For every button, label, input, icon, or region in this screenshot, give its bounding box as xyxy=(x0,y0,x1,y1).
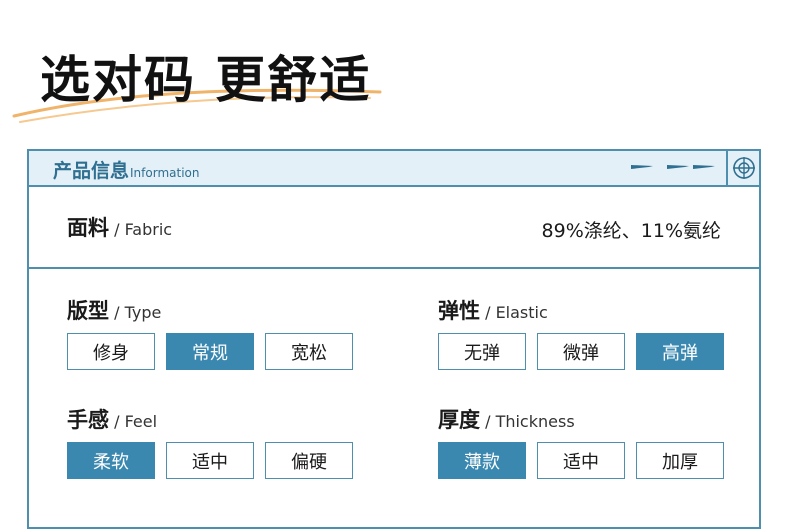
crosshair-icon xyxy=(732,157,755,179)
elastic-option[interactable]: 微弹 xyxy=(537,333,625,370)
fabric-label: 面料 / Fabric xyxy=(67,212,172,242)
feel-option[interactable]: 柔软 xyxy=(67,442,155,479)
elastic-options: 无弹 微弹 高弹 xyxy=(438,333,724,370)
type-label-en: / Type xyxy=(114,303,162,322)
thickness-label-zh: 厚度 xyxy=(438,408,480,432)
feel-label: 手感 / Feel xyxy=(67,404,353,434)
elastic-option[interactable]: 高弹 xyxy=(636,333,724,370)
type-option[interactable]: 宽松 xyxy=(265,333,353,370)
type-group: 版型 / Type 修身 常规 宽松 xyxy=(67,295,353,370)
feel-options: 柔软 适中 偏硬 xyxy=(67,442,353,479)
elastic-label-zh: 弹性 xyxy=(438,299,480,323)
feel-option[interactable]: 适中 xyxy=(166,442,254,479)
thickness-label-en: / Thickness xyxy=(485,412,575,431)
fabric-label-en: / Fabric xyxy=(114,220,173,239)
elastic-option[interactable]: 无弹 xyxy=(438,333,526,370)
fabric-value: 89%涤纶、11%氨纶 xyxy=(541,220,721,242)
crosshair-button xyxy=(726,151,759,185)
arrow-right-icon xyxy=(631,165,715,169)
feel-option[interactable]: 偏硬 xyxy=(265,442,353,479)
elastic-label-en: / Elastic xyxy=(485,303,548,322)
elastic-label: 弹性 / Elastic xyxy=(438,295,724,325)
feel-label-zh: 手感 xyxy=(67,408,109,432)
feel-label-en: / Feel xyxy=(114,412,158,431)
card-title-en: Information xyxy=(130,166,200,180)
thickness-options: 薄款 适中 加厚 xyxy=(438,442,724,479)
elastic-group: 弹性 / Elastic 无弹 微弹 高弹 xyxy=(438,295,724,370)
thickness-option[interactable]: 适中 xyxy=(537,442,625,479)
thickness-label: 厚度 / Thickness xyxy=(438,404,724,434)
type-label: 版型 / Type xyxy=(67,295,353,325)
thickness-option[interactable]: 加厚 xyxy=(636,442,724,479)
type-option[interactable]: 常规 xyxy=(166,333,254,370)
fabric-row: 面料 / Fabric 89%涤纶、11%氨纶 xyxy=(29,187,759,269)
card-title-zh: 产品信息 xyxy=(53,160,130,182)
thickness-group: 厚度 / Thickness 薄款 适中 加厚 xyxy=(438,404,724,479)
card-header: 产品信息Information xyxy=(29,151,759,187)
feel-group: 手感 / Feel 柔软 适中 偏硬 xyxy=(67,404,353,479)
fabric-label-zh: 面料 xyxy=(67,216,109,240)
product-info-card: 产品信息Information 面料 / Fabric 89%涤纶、11%氨纶 … xyxy=(27,149,761,529)
type-options: 修身 常规 宽松 xyxy=(67,333,353,370)
card-title: 产品信息Information xyxy=(53,156,199,183)
thickness-option[interactable]: 薄款 xyxy=(438,442,526,479)
type-option[interactable]: 修身 xyxy=(67,333,155,370)
page-title: 选对码 更舒适 xyxy=(40,51,372,109)
type-label-zh: 版型 xyxy=(67,299,109,323)
